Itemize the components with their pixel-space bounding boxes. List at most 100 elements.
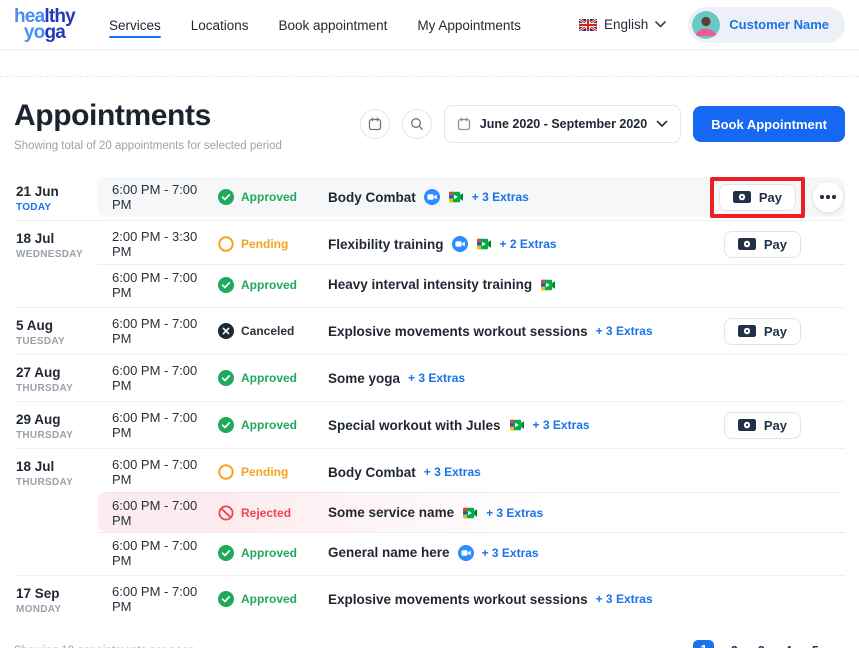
appointment-row: 6:00 PM - 7:00 PM Approved Body Combat + 3 … [98, 177, 845, 217]
user-menu[interactable]: Customer Name [688, 7, 845, 43]
appointment-group: 18 JulTHURSDAY6:00 PM - 7:00 PM Pending Bo… [14, 448, 845, 575]
date-cell: 5 AugTUESDAY [14, 308, 98, 354]
approved-icon [218, 370, 234, 386]
nav-links: Services Locations Book appointment My A… [109, 3, 521, 46]
status-label: Pending [241, 237, 288, 251]
group-date: 29 Aug [16, 412, 92, 427]
healthy-yoga-logo[interactable]: healthy yoga [14, 9, 75, 39]
status-label: Rejected [241, 506, 291, 520]
logo-text: ga [44, 22, 65, 43]
appointment-time: 6:00 PM - 7:00 PM [98, 584, 218, 614]
status-label: Canceled [241, 324, 294, 338]
appointment-time: 6:00 PM - 7:00 PM [98, 182, 218, 212]
pay-label: Pay [759, 190, 782, 205]
pay-button[interactable]: Pay [724, 231, 801, 258]
status-label: Approved [241, 190, 297, 204]
row-actions: Pay [724, 318, 845, 345]
meet-icon [540, 277, 556, 293]
uk-flag-icon [579, 19, 597, 31]
service-name: Heavy interval intensity training [328, 277, 532, 292]
service-name: Some yoga [328, 371, 400, 386]
appointment-time: 6:00 PM - 7:00 PM [98, 363, 218, 393]
per-page-note: Showing 10 appointments per page [14, 645, 195, 648]
pay-button[interactable]: Pay [724, 318, 801, 345]
top-navbar: healthy yoga Services Locations Book app… [0, 0, 859, 50]
service-cell: Some yoga + 3 Extras [328, 371, 801, 386]
page-number-3[interactable]: 3 [754, 644, 768, 648]
page-number-1[interactable]: 1 [693, 640, 714, 648]
page-number-4[interactable]: 4 [781, 644, 795, 648]
group-weekday: THURSDAY [16, 383, 92, 394]
appointment-time: 2:00 PM - 3:30 PM [98, 229, 218, 259]
pay-button[interactable]: Pay [724, 412, 801, 439]
status-label: Approved [241, 278, 297, 292]
appointment-time: 6:00 PM - 7:00 PM [98, 457, 218, 487]
service-name: Flexibility training [328, 237, 444, 252]
group-weekday: WEDNESDAY [16, 249, 92, 260]
approved-icon [218, 189, 234, 205]
service-name: Body Combat [328, 190, 416, 205]
zoom-icon [452, 236, 468, 252]
date-range-select[interactable]: June 2020 - September 2020 [444, 105, 681, 143]
appointment-time: 6:00 PM - 7:00 PM [98, 410, 218, 440]
status-label: Pending [241, 465, 288, 479]
appointment-row: 6:00 PM - 7:00 PM Approved Some yoga + 3 Ex… [98, 358, 845, 398]
extras-link[interactable]: + 3 Extras [424, 465, 481, 479]
nav-item-services[interactable]: Services [109, 3, 161, 46]
service-name: Special workout with Jules [328, 418, 501, 433]
pay-label: Pay [764, 324, 787, 339]
extras-link[interactable]: + 3 Extras [472, 190, 529, 204]
approved-icon [218, 591, 234, 607]
user-name: Customer Name [729, 17, 829, 32]
extras-link[interactable]: + 3 Extras [486, 506, 543, 520]
more-options-button[interactable] [813, 182, 843, 212]
language-selector[interactable]: English [579, 17, 666, 32]
extras-link[interactable]: + 3 Extras [408, 371, 465, 385]
nav-item-book-appointment[interactable]: Book appointment [279, 3, 388, 46]
approved-icon [218, 277, 234, 293]
extras-link[interactable]: + 2 Extras [500, 237, 557, 251]
extras-link[interactable]: + 3 Extras [533, 418, 590, 432]
next-page-arrow[interactable]: › [835, 642, 845, 648]
book-appointment-button[interactable]: Book Appointment [693, 106, 845, 142]
appointment-row: 6:00 PM - 7:00 PM Approved Explosive movem… [98, 579, 845, 619]
status-label: Approved [241, 371, 297, 385]
calendar-view-button[interactable] [360, 109, 390, 139]
pending-icon [218, 464, 234, 480]
meet-icon [509, 417, 525, 433]
service-name: Explosive movements workout sessions [328, 592, 588, 607]
nav-item-my-appointments[interactable]: My Appointments [417, 3, 521, 46]
extras-link[interactable]: + 3 Extras [482, 546, 539, 560]
search-button[interactable] [402, 109, 432, 139]
canceled-icon [218, 323, 234, 339]
appointment-row: 6:00 PM - 7:00 PM Pending Body Combat+ 3 E… [98, 452, 845, 492]
prev-page-arrow[interactable]: ‹ [671, 642, 681, 648]
status-label: Approved [241, 592, 297, 606]
avatar [692, 11, 720, 39]
extras-link[interactable]: + 3 Extras [596, 592, 653, 606]
appointment-row: 6:00 PM - 7:00 PMRejectedSome service na… [98, 492, 845, 532]
pay-label: Pay [764, 418, 787, 433]
appointment-row: 6:00 PM - 7:00 PMApprovedSpecial workout… [98, 405, 845, 445]
appointment-row: 6:00 PM - 7:00 PMApprovedGeneral name he… [98, 532, 845, 572]
page-number-5[interactable]: 5 [808, 644, 822, 648]
service-cell: Body Combat+ 3 Extras [328, 465, 801, 480]
appointment-time: 6:00 PM - 7:00 PM [98, 538, 218, 568]
pay-button[interactable]: Pay [719, 184, 796, 211]
row-actions: Pay [724, 231, 845, 258]
nav-item-locations[interactable]: Locations [191, 3, 249, 46]
language-label: English [604, 17, 648, 32]
date-cell: 17 SepMONDAY [14, 576, 98, 622]
service-cell: Explosive movements workout sessions + 3 … [328, 592, 801, 607]
extras-link[interactable]: + 3 Extras [596, 324, 653, 338]
service-cell: Body Combat + 3 Extras [328, 189, 710, 205]
pay-label: Pay [764, 237, 787, 252]
appointment-group: 5 AugTUESDAY6:00 PM - 7:00 PMCanceledExp… [14, 307, 845, 354]
rejected-icon [218, 505, 234, 521]
date-cell: 18 JulTHURSDAY [14, 449, 98, 575]
appointment-row: 6:00 PM - 7:00 PMApprovedHeavy interval … [98, 264, 845, 304]
banknote-icon [733, 191, 751, 203]
page-number-2[interactable]: 2 [727, 644, 741, 648]
appointment-row: 2:00 PM - 3:30 PM Pending Flexibility trai… [98, 224, 845, 264]
chevron-down-icon [655, 21, 666, 28]
